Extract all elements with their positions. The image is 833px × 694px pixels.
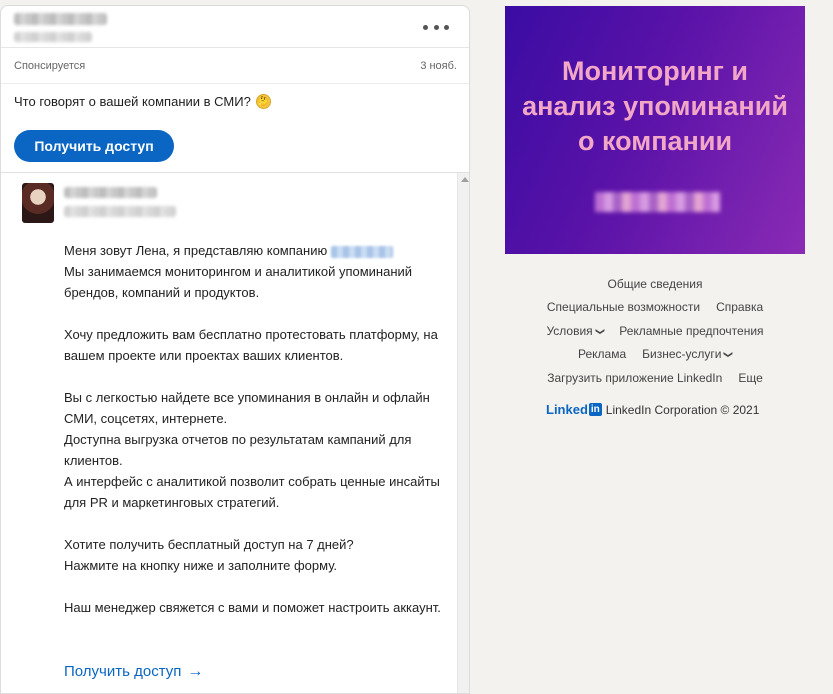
message-text: Меня зовут Лена, я представляю компанию … bbox=[64, 240, 449, 618]
footer-link-get-app[interactable]: Загрузить приложение LinkedIn bbox=[547, 371, 722, 385]
promo-logo-redacted bbox=[595, 192, 720, 212]
linkedin-logo-text: Linked bbox=[546, 402, 588, 417]
message-paragraph: Наш менеджер свяжется с вами и поможет н… bbox=[64, 600, 441, 615]
message-line: А интерфейс с аналитикой позволит собрат… bbox=[64, 474, 440, 510]
footer-row: Общие сведения bbox=[505, 272, 805, 296]
ad-question: Что говорят о вашей компании в СМИ? 🤔 bbox=[14, 94, 271, 109]
message-body: Меня зовут Лена, я представляю компанию … bbox=[1, 173, 457, 693]
footer-link-ad-prefs[interactable]: Рекламные предпочтения bbox=[619, 324, 763, 338]
company-name-redacted bbox=[330, 245, 393, 258]
message-paragraph: Вы с легкостью найдете все упоминания в … bbox=[64, 387, 449, 513]
card-header bbox=[1, 6, 469, 48]
ad-date: 3 нояб. bbox=[420, 59, 457, 72]
sponsored-label: Спонсируется bbox=[14, 59, 86, 72]
footer-link-more[interactable]: Еще bbox=[738, 371, 762, 385]
get-access-button[interactable]: Получить доступ bbox=[14, 130, 174, 162]
message-paragraph: Хотите получить бесплатный доступ на 7 д… bbox=[64, 534, 449, 576]
copyright: Linked in LinkedIn Corporation © 2021 bbox=[546, 402, 759, 417]
more-dot-icon bbox=[433, 24, 439, 30]
linkedin-in-icon: in bbox=[588, 403, 602, 416]
footer-link-terms-label: Условия bbox=[546, 323, 593, 338]
arrow-right-icon: → bbox=[187, 662, 204, 680]
footer-link-business-label: Бизнес-услуги bbox=[642, 347, 722, 362]
scroll-up-arrow-icon[interactable] bbox=[461, 177, 469, 182]
more-dot-icon bbox=[444, 24, 449, 30]
message-sender-name-redacted bbox=[64, 187, 157, 198]
footer-row: Условия ❯ Рекламные предпочтения bbox=[505, 319, 805, 343]
footer-row: Специальные возможности Справка bbox=[505, 296, 805, 320]
scrollbar[interactable] bbox=[457, 173, 469, 693]
message-line: Нажмите на кнопку ниже и заполните форму… bbox=[64, 558, 338, 573]
ad-question-text: Что говорят о вашей компании в СМИ? bbox=[14, 94, 251, 109]
more-options-button[interactable] bbox=[423, 16, 449, 38]
linkedin-logo: Linked in bbox=[546, 402, 602, 417]
sender-subtitle-redacted bbox=[14, 32, 92, 42]
get-access-link[interactable]: Получить доступ → bbox=[64, 663, 203, 680]
promo-title: Мониторинг и анализ упоминаний о компани… bbox=[522, 56, 788, 156]
message-line: Меня зовут Лена, я представляю компанию bbox=[64, 243, 328, 258]
footer-link-about[interactable]: Общие сведения bbox=[608, 277, 703, 291]
thinking-emoji-icon: 🤔 bbox=[255, 94, 271, 109]
message-line: Вы с легкостью найдете все упоминания в … bbox=[64, 390, 430, 426]
chevron-down-icon: ❯ bbox=[723, 350, 734, 359]
message-paragraph: Хочу предложить вам бесплатно протестова… bbox=[64, 327, 438, 363]
footer-row: Реклама Бизнес-услуги ❯ bbox=[505, 343, 805, 367]
message-card: Спонсируется 3 нояб. Что говорят о вашей… bbox=[0, 5, 470, 694]
get-access-link-label: Получить доступ bbox=[64, 663, 182, 680]
message-line: Доступна выгрузка отчетов по результатам… bbox=[64, 432, 412, 468]
copyright-text: LinkedIn Corporation © 2021 bbox=[605, 402, 760, 417]
chevron-down-icon: ❯ bbox=[594, 327, 605, 336]
footer-link-business[interactable]: Бизнес-услуги ❯ bbox=[642, 347, 734, 362]
message-line: Хотите получить бесплатный доступ на 7 д… bbox=[64, 537, 354, 552]
footer-link-advertising[interactable]: Реклама bbox=[578, 347, 626, 361]
sender-name-redacted bbox=[14, 13, 107, 25]
sponsored-row: Спонсируется 3 нояб. bbox=[1, 48, 469, 84]
footer-link-accessibility[interactable]: Специальные возможности bbox=[547, 300, 700, 314]
message-paragraph: Меня зовут Лена, я представляю компанию … bbox=[64, 240, 449, 303]
message-sender-title-redacted bbox=[64, 206, 176, 217]
footer-link-terms[interactable]: Условия ❯ bbox=[546, 323, 605, 338]
footer-link-help[interactable]: Справка bbox=[716, 300, 763, 314]
message-line: Мы занимаемся мониторингом и аналитикой … bbox=[64, 264, 413, 300]
footer-links: Общие сведения Специальные возможности С… bbox=[505, 272, 805, 390]
promo-banner[interactable]: Мониторинг и анализ упоминаний о компани… bbox=[505, 6, 805, 254]
footer-row: Загрузить приложение LinkedIn Еще bbox=[505, 366, 805, 390]
sender-avatar[interactable] bbox=[22, 183, 54, 223]
more-dot-icon bbox=[423, 24, 428, 30]
